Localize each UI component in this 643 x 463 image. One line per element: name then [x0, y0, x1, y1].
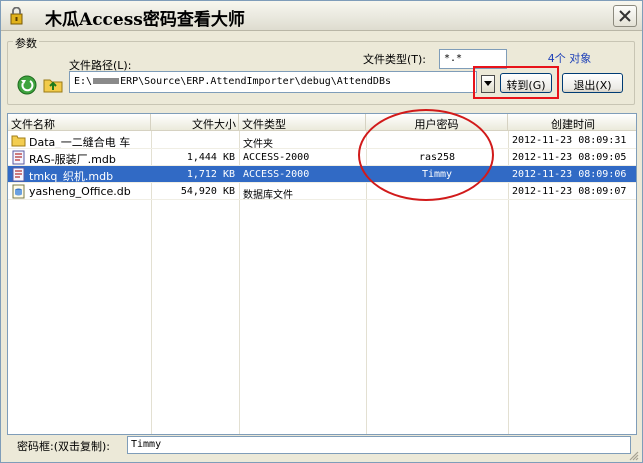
- cell-type: ACCESS-2000: [243, 152, 310, 163]
- table-row[interactable]: yasheng_Office.db 54,920 KB 数据库文件 2012-11-2…: [8, 183, 636, 200]
- exit-button[interactable]: 退出(X): [562, 73, 623, 93]
- cell-type: 数据库文件: [243, 190, 293, 200]
- file-path-input[interactable]: E:\ ERP\Source\ERP.AttendImporter\debug\A…: [69, 71, 477, 93]
- path-suffix: ERP\Source\ERP.AttendImporter\debug\Atte…: [120, 76, 391, 87]
- cell-name: yasheng_Office.db: [29, 185, 131, 198]
- table-row[interactable]: tmkq_织机.mdb 1,712 KB ACCESS-2000 Timmy 2012-…: [8, 166, 636, 183]
- title-bar[interactable]: 木瓜Access密码查看大师: [1, 1, 642, 31]
- cell-size: 1,712 KB: [186, 169, 235, 180]
- table-row[interactable]: RAS-服装厂.mdb 1,444 KB ACCESS-2000 ras258 2012…: [8, 149, 636, 166]
- annotation-red-ellipse: [358, 109, 494, 201]
- back-arrow-icon[interactable]: [17, 75, 37, 95]
- path-prefix: E:\: [74, 76, 93, 87]
- cell-created: 2012-11-23 08:09:07: [512, 186, 627, 197]
- row-separator: [8, 199, 636, 200]
- column-header-created[interactable]: 创建时间: [508, 114, 636, 131]
- object-count: 4个 对象: [547, 52, 592, 65]
- cell-name: tmkq_织机.mdb: [29, 170, 114, 183]
- cell-created: 2012-11-23 08:09:31: [512, 135, 627, 146]
- column-header-size[interactable]: 文件大小: [151, 114, 239, 131]
- file-type-label: 文件类型(T):: [363, 53, 427, 66]
- path-dropdown-button[interactable]: [481, 75, 495, 93]
- lock-key-icon: [10, 7, 23, 25]
- list-header: 文件名称 文件大小 文件类型 用户密码 创建时间: [8, 114, 636, 131]
- params-group-label: 参数: [13, 35, 39, 51]
- cell-name: Data_一二缝合电 车: [29, 136, 131, 149]
- cell-created: 2012-11-23 08:09:06: [512, 169, 627, 180]
- file-list[interactable]: 文件名称 文件大小 文件类型 用户密码 创建时间 Data_一二缝合电 车 文件夹…: [7, 113, 637, 435]
- close-button[interactable]: [613, 5, 637, 27]
- cell-size: 54,920 KB: [180, 186, 235, 197]
- app-window: 木瓜Access密码查看大师 参数 文件类型(T): *.* 4个 对象 文件路…: [0, 0, 643, 463]
- goto-button[interactable]: 转到(G): [500, 73, 552, 93]
- dropdown-arrow-icon: [484, 81, 492, 86]
- cell-type: ACCESS-2000: [243, 169, 310, 180]
- up-folder-icon[interactable]: [43, 74, 63, 94]
- cell-size: 1,444 KB: [186, 152, 235, 163]
- table-row[interactable]: Data_一二缝合电 车 文件夹 2012-11-23 08:09:31: [8, 132, 636, 149]
- cell-type: 文件夹: [243, 139, 273, 149]
- window-title: 木瓜Access密码查看大师: [45, 10, 245, 30]
- cell-name: RAS-服装厂.mdb: [29, 153, 116, 166]
- close-icon: [619, 10, 631, 22]
- column-header-type[interactable]: 文件类型: [239, 114, 366, 131]
- cell-created: 2012-11-23 08:09:05: [512, 152, 627, 163]
- column-header-name[interactable]: 文件名称: [8, 114, 151, 131]
- cell-size: [151, 132, 239, 149]
- password-box-field[interactable]: Timmy: [127, 436, 631, 454]
- password-box-label: 密码框:(双击复制):: [17, 440, 110, 453]
- resize-grip-icon[interactable]: [627, 449, 639, 461]
- redacted-segment: [93, 78, 120, 84]
